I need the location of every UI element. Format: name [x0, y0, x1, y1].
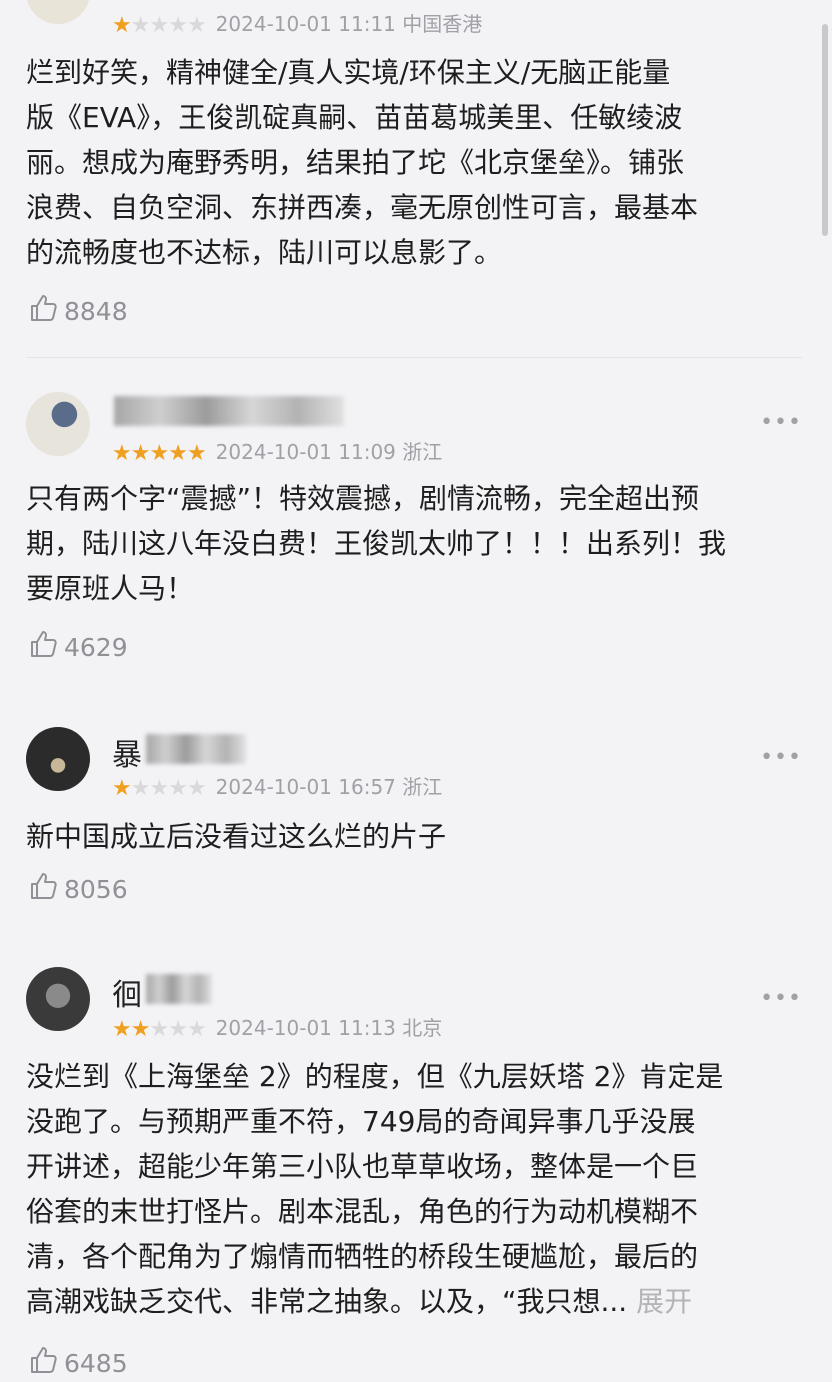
review-text-content: 没烂到《上海堡垒 2》的程度，但《九层妖塔 2》肯定是 没跑了。与预期严重不符，…	[26, 1060, 724, 1318]
star-filled-icon: ★	[112, 441, 132, 466]
star-rating: ★★★★★	[112, 13, 207, 38]
review-date: 2024-10-01 11:11	[215, 12, 396, 36]
star-empty-icon: ★	[130, 776, 151, 801]
like-count: 4629	[64, 632, 128, 662]
expand-link[interactable]: 展开	[636, 1285, 692, 1318]
star-empty-icon: ★	[149, 1017, 169, 1042]
username-blurred[interactable]	[114, 396, 344, 426]
star-filled-icon: ★	[112, 1017, 132, 1042]
star-filled-icon: ★	[186, 441, 207, 466]
star-filled-icon: ★	[112, 776, 132, 801]
username-blurred[interactable]	[146, 734, 246, 764]
review-meta: ★★★★★ 2024-10-01 11:13 北京	[112, 1012, 442, 1042]
review-location: 浙江	[402, 440, 443, 464]
review-location: 浙江	[402, 775, 443, 799]
star-rating: ★★★★★	[112, 776, 207, 801]
star-filled-icon: ★	[168, 441, 188, 466]
like-count: 8056	[64, 874, 128, 904]
like-button[interactable]: 4629	[28, 628, 128, 666]
avatar[interactable]	[26, 392, 90, 456]
review-location: 中国香港	[402, 12, 483, 36]
username-blurred[interactable]	[146, 974, 212, 1004]
star-rating: ★★★★★	[112, 441, 207, 466]
review-date: 2024-10-01 11:09	[215, 440, 396, 464]
divider	[26, 357, 802, 358]
star-empty-icon: ★	[186, 776, 207, 801]
thumbs-up-icon	[28, 870, 64, 908]
review-text: 新中国成立后没看过这么烂的片子	[26, 820, 447, 853]
thumbs-up-icon	[28, 1344, 64, 1382]
review-text: 只有两个字“震撼”！特效震撼，剧情流畅，完全超出预 期，陆川这八年没白费！王俊凯…	[26, 482, 727, 605]
star-empty-icon: ★	[149, 776, 169, 801]
avatar[interactable]	[26, 727, 90, 791]
like-count: 6485	[64, 1348, 128, 1378]
star-rating: ★★★★★	[112, 1017, 207, 1042]
more-options-icon[interactable]: •••	[760, 745, 802, 770]
review-date: 2024-10-01 16:57	[215, 775, 396, 799]
review-text: 没烂到《上海堡垒 2》的程度，但《九层妖塔 2》肯定是 没跑了。与预期严重不符，…	[26, 1054, 806, 1324]
star-empty-icon: ★	[186, 13, 207, 38]
star-filled-icon: ★	[149, 441, 169, 466]
like-count: 8848	[64, 296, 128, 326]
review-location: 北京	[402, 1016, 443, 1040]
review-meta: ★★★★★ 2024-10-01 11:11 中国香港	[112, 8, 482, 38]
star-empty-icon: ★	[149, 13, 169, 38]
scrollbar[interactable]	[822, 24, 828, 236]
username-initial[interactable]: 徊	[112, 970, 142, 1014]
like-button[interactable]: 6485	[28, 1344, 128, 1382]
star-empty-icon: ★	[130, 13, 151, 38]
star-empty-icon: ★	[186, 1017, 207, 1042]
review-meta: ★★★★★ 2024-10-01 16:57 浙江	[112, 771, 442, 801]
review-date: 2024-10-01 11:13	[215, 1016, 396, 1040]
star-empty-icon: ★	[168, 13, 188, 38]
thumbs-up-icon	[28, 292, 64, 330]
star-filled-icon: ★	[130, 1017, 151, 1042]
star-filled-icon: ★	[130, 441, 151, 466]
star-filled-icon: ★	[112, 13, 132, 38]
star-empty-icon: ★	[168, 1017, 188, 1042]
more-options-icon[interactable]: •••	[760, 986, 802, 1011]
avatar[interactable]	[26, 0, 90, 24]
avatar[interactable]	[26, 967, 90, 1031]
username-initial[interactable]: 暴	[112, 730, 142, 774]
star-empty-icon: ★	[168, 776, 188, 801]
like-button[interactable]: 8056	[28, 870, 128, 908]
like-button[interactable]: 8848	[28, 292, 128, 330]
review-text: 烂到好笑，精神健全/真人实境/环保主义/无脑正能量 版《EVA》，王俊凯碇真嗣、…	[26, 56, 699, 269]
thumbs-up-icon	[28, 628, 64, 666]
more-options-icon[interactable]: •••	[760, 410, 802, 435]
review-meta: ★★★★★ 2024-10-01 11:09 浙江	[112, 436, 442, 466]
